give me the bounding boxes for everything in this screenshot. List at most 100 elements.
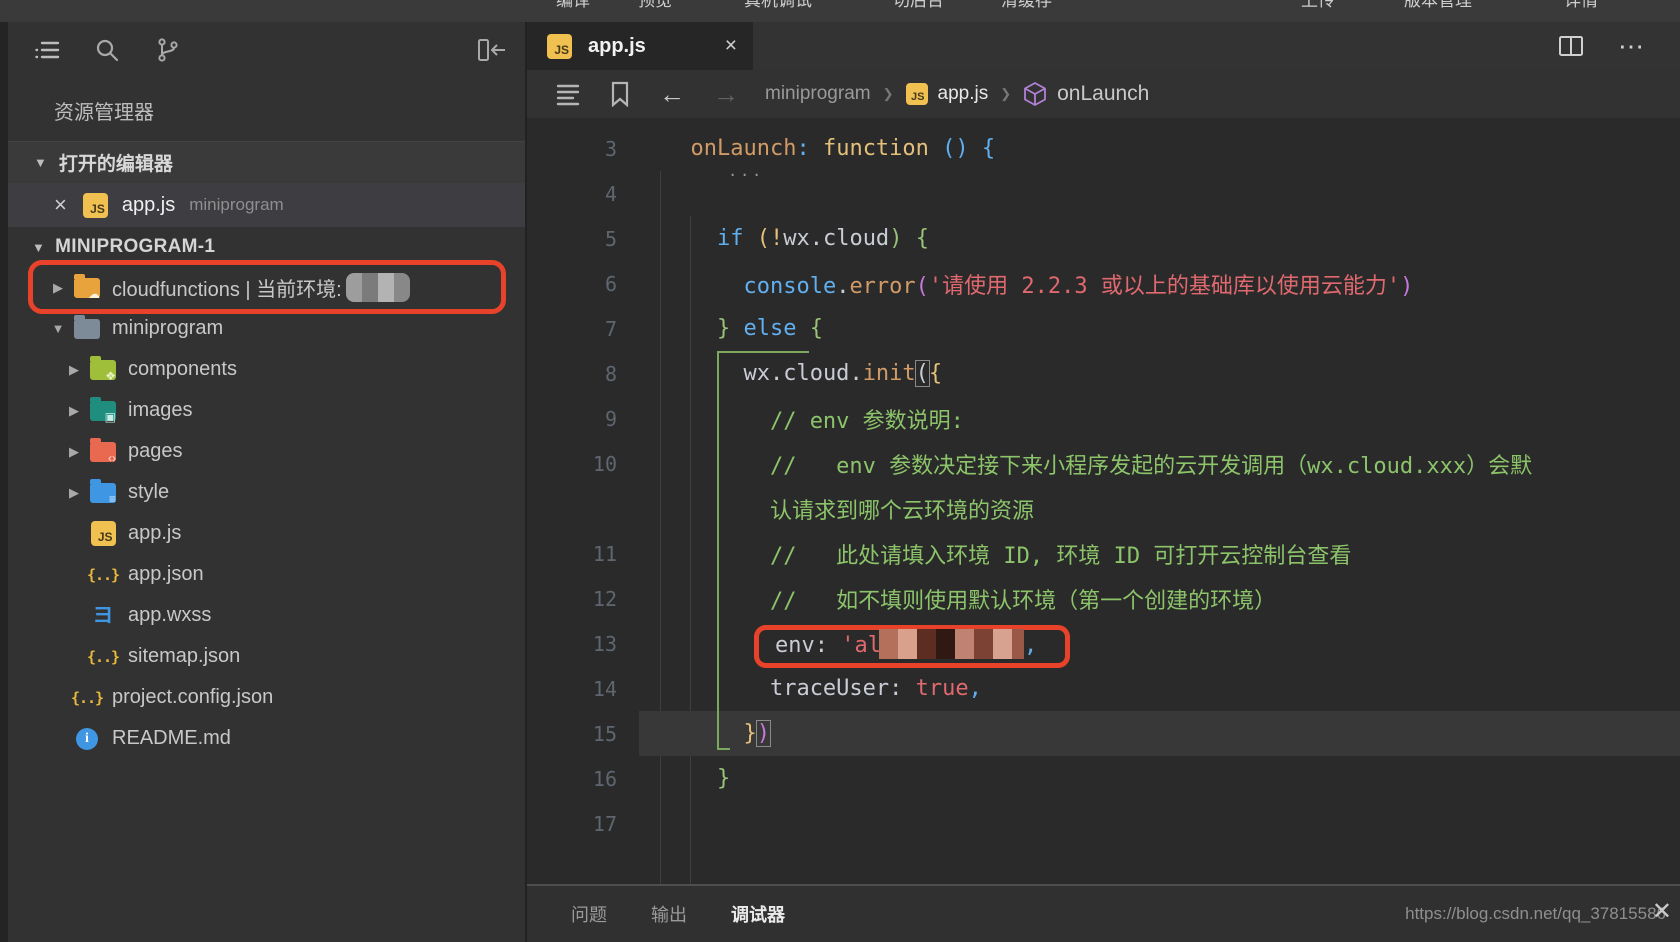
- menubar-item[interactable]: 清缓存: [1001, 0, 1052, 11]
- tree-item-label: pages: [128, 440, 183, 463]
- cube-icon: [1023, 81, 1047, 107]
- editor-tabbar: JS app.js × ⋯: [527, 22, 1680, 70]
- code-line-13[interactable]: 13env: 'al,: [527, 621, 1680, 666]
- code-line-17[interactable]: 17: [527, 801, 1680, 846]
- bookmark-icon[interactable]: [609, 81, 631, 107]
- tab-label: app.js: [588, 35, 725, 58]
- tree-item-label: project.config.json: [112, 686, 273, 709]
- tree-item-README.md[interactable]: iREADME.md: [8, 718, 525, 759]
- navigate-back-icon[interactable]: ←: [659, 79, 685, 110]
- menubar-item[interactable]: 编译: [556, 0, 590, 11]
- tree-item-app.json[interactable]: {..} app.json: [8, 554, 525, 595]
- tree-item-components[interactable]: ▶❖components: [8, 349, 525, 390]
- json-file-icon: {..}: [71, 689, 103, 707]
- tree-item-sitemap.json[interactable]: {..}sitemap.json: [8, 636, 525, 677]
- code-line-11[interactable]: 11// 此处请填入环境 ID, 环境 ID 可打开云控制台查看: [527, 531, 1680, 576]
- tree-item-style[interactable]: ▶ ≡ style: [8, 472, 525, 513]
- explorer-title: 资源管理器: [8, 78, 525, 141]
- code-line-10[interactable]: 10// env 参数决定接下来小程序发起的云开发调用（wx.cloud.xxx…: [527, 441, 1680, 486]
- sidebar-explorer: 资源管理器 ▼ 打开的编辑器 × JS app.js miniprogram ▼…: [8, 22, 525, 942]
- breadcrumb-folder[interactable]: miniprogram: [765, 83, 871, 105]
- tree-item-label: app.json: [128, 563, 204, 586]
- tree-item-images[interactable]: ▶▣images: [8, 390, 525, 431]
- breadcrumb: miniprogram ❯ JS app.js ❯ onLaunch: [765, 81, 1149, 107]
- js-file-icon: JS: [906, 83, 928, 105]
- open-editor-item-appjs[interactable]: × JS app.js miniprogram: [8, 183, 525, 227]
- censored-env-name: [346, 273, 410, 302]
- line-number: 16: [527, 767, 617, 791]
- chevron-right-icon: ▶: [64, 362, 84, 378]
- outline-list-icon[interactable]: [32, 35, 62, 65]
- line-number: 12: [527, 587, 617, 611]
- menubar-item[interactable]: 版本管理: [1404, 0, 1472, 11]
- menubar-item[interactable]: 切后台: [893, 0, 944, 11]
- code-line-wrap[interactable]: 认请求到哪个云环境的资源: [527, 486, 1680, 531]
- code-line-15[interactable]: 15}): [527, 711, 1680, 756]
- chevron-right-icon: ▶: [48, 280, 68, 296]
- panel-tab-inactive[interactable]: 输出: [651, 901, 687, 927]
- chevron-right-icon: ❯: [1000, 86, 1011, 102]
- line-number: 5: [527, 227, 617, 251]
- js-file-icon: JS: [83, 193, 108, 218]
- line-number: 10: [527, 452, 617, 476]
- more-actions-icon[interactable]: ⋯: [1618, 22, 1646, 70]
- panel-tab-active[interactable]: 调试器: [731, 901, 785, 927]
- code-line-5[interactable]: 5if (!wx.cloud) {: [527, 216, 1680, 261]
- chevron-right-icon: ▶: [64, 403, 84, 419]
- open-editors-header[interactable]: ▼ 打开的编辑器: [8, 141, 525, 183]
- chevron-right-icon: ▶: [64, 485, 84, 501]
- code-line-8[interactable]: 8wx.cloud.init({: [527, 351, 1680, 396]
- tree-item-miniprogram[interactable]: ▼miniprogram: [8, 308, 525, 349]
- split-editor-icon[interactable]: [1558, 22, 1584, 70]
- tree-item-pages[interactable]: ▶‹›pages: [8, 431, 525, 472]
- tree-item-app.wxss[interactable]: ヨapp.wxss: [8, 595, 525, 636]
- json-file-icon: {..}: [87, 566, 119, 584]
- censored-env-id: [879, 629, 1024, 659]
- tree-item-label: components: [128, 358, 237, 381]
- folder-open-icon: [74, 319, 100, 339]
- outline-symbols-icon[interactable]: [555, 82, 581, 106]
- breadcrumb-symbol[interactable]: onLaunch: [1057, 82, 1149, 106]
- code-line-4[interactable]: 4: [527, 171, 1680, 216]
- tab-close-icon[interactable]: ×: [725, 34, 737, 58]
- code-editor[interactable]: 3onLaunch: function () {··· 4 5if (!wx.clo…: [527, 118, 1680, 884]
- tree-item-label: style: [128, 481, 169, 504]
- menubar-item[interactable]: 详情: [1564, 0, 1598, 11]
- menubar-item[interactable]: 真机调试: [744, 0, 812, 11]
- code-line-7[interactable]: 7} else {: [527, 306, 1680, 351]
- js-file-icon: JS: [547, 34, 572, 59]
- code-line-3[interactable]: 3onLaunch: function () {···: [527, 126, 1680, 171]
- tree-item-app.js[interactable]: JSapp.js: [8, 513, 525, 554]
- code-line-14[interactable]: 14traceUser: true,: [527, 666, 1680, 711]
- code-line-6[interactable]: 6console.error('请使用 2.2.3 或以上的基础库以使用云能力'…: [527, 261, 1680, 306]
- collapse-sidebar-icon[interactable]: [477, 35, 507, 65]
- menubar-item[interactable]: 预览: [638, 0, 672, 11]
- project-root-header[interactable]: ▼ MINIPROGRAM-1: [8, 227, 525, 267]
- tree-item-cloudfunctions[interactable]: ▶ ☁ cloudfunctions | 当前环境:: [8, 267, 525, 308]
- watermark-close-icon: ✕: [1652, 897, 1672, 926]
- folder-images-icon: ▣: [90, 401, 116, 421]
- tab-appjs[interactable]: JS app.js ×: [527, 22, 753, 70]
- line-number: 4: [527, 182, 617, 206]
- open-editor-filename: app.js: [122, 194, 175, 217]
- close-icon[interactable]: ×: [54, 192, 67, 218]
- chevron-right-icon: ❯: [883, 86, 894, 102]
- code-line-16[interactable]: 16}: [527, 756, 1680, 801]
- tree-item-project.config.json[interactable]: {..} project.config.json: [8, 677, 525, 718]
- breadcrumb-file[interactable]: app.js: [938, 83, 989, 105]
- scope-highlight-vertical: [717, 351, 719, 750]
- search-icon[interactable]: [92, 35, 122, 65]
- tree-item-label: cloudfunctions | 当前环境:: [112, 273, 342, 302]
- tree-item-label: app.js: [128, 522, 181, 545]
- git-branch-icon[interactable]: [152, 35, 182, 65]
- panel-tab-inactive[interactable]: 问题: [571, 901, 607, 927]
- menubar-item[interactable]: 上传: [1301, 0, 1335, 11]
- folder-style-icon: ≡: [90, 483, 116, 503]
- code-line-12[interactable]: 12// 如不填则使用默认环境（第一个创建的环境）: [527, 576, 1680, 621]
- tree-item-label: sitemap.json: [128, 645, 240, 668]
- tree-item-label: README.md: [112, 727, 231, 750]
- folder-cloud-icon: ☁: [74, 278, 100, 298]
- chevron-right-icon: ▶: [64, 444, 84, 460]
- navigate-forward-icon[interactable]: →: [713, 79, 739, 110]
- code-line-9[interactable]: 9// env 参数说明:: [527, 396, 1680, 441]
